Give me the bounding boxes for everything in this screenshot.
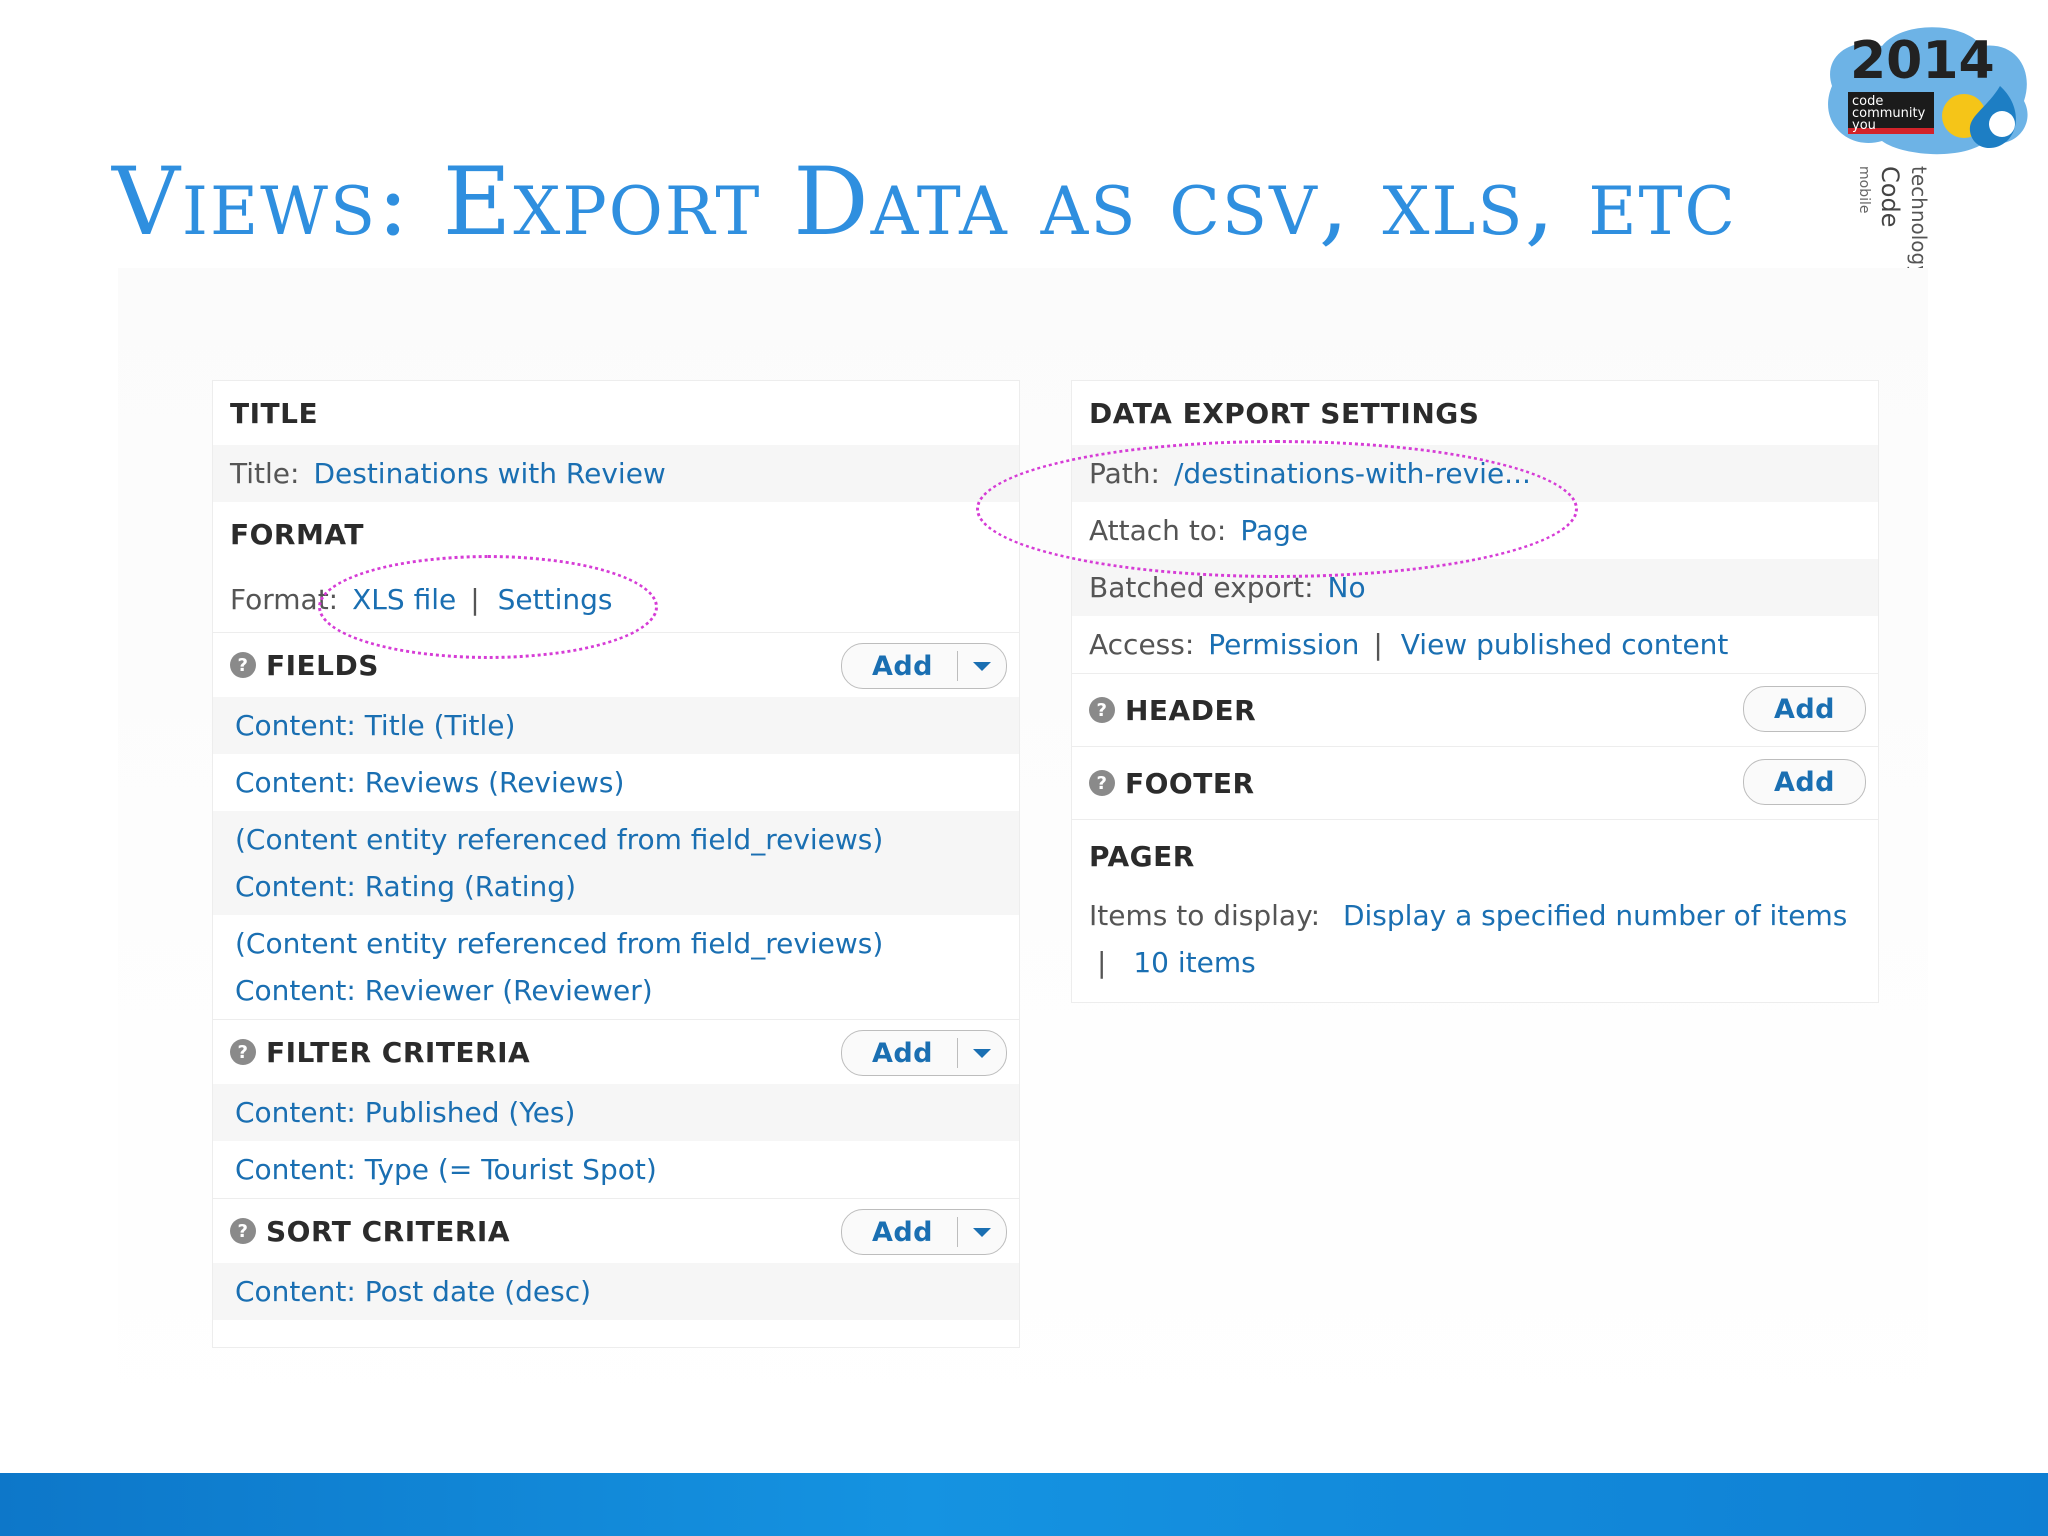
field-item-link[interactable]: Content: Title (Title): [235, 709, 515, 742]
help-icon[interactable]: ?: [230, 1039, 256, 1065]
field-item-link[interactable]: Content: Rating (Rating): [235, 863, 576, 910]
sort-add-dropdown[interactable]: [957, 1217, 1006, 1247]
title-label: Title:: [230, 457, 300, 490]
format-label: Format:: [230, 582, 339, 616]
attach-value-link[interactable]: Page: [1240, 514, 1308, 547]
sort-criteria-heading: SORT CRITERIA: [266, 1214, 511, 1248]
help-icon[interactable]: ?: [1089, 770, 1115, 796]
filter-item[interactable]: Content: Published (Yes): [213, 1084, 1019, 1141]
slide-footer-bar: [0, 1473, 2048, 1536]
fields-heading: FIELDS: [266, 648, 379, 682]
fields-add-dropdown[interactable]: [957, 651, 1006, 681]
header-add-label[interactable]: Add: [1744, 694, 1865, 725]
access-separator: |: [1373, 628, 1383, 661]
access-permission-link[interactable]: View published content: [1401, 628, 1729, 661]
sort-item[interactable]: Content: Post date (desc): [213, 1263, 1019, 1320]
views-left-column: TITLE Title: Destinations with Review FO…: [212, 380, 1020, 1348]
access-row: Access: Permission | View published cont…: [1072, 616, 1878, 673]
attach-row: Attach to: Page: [1072, 502, 1878, 559]
batched-value-link[interactable]: No: [1328, 571, 1366, 604]
filter-section-header: ? FILTER CRITERIA Add: [213, 1019, 1019, 1084]
caret-down-icon: [973, 661, 991, 671]
field-item[interactable]: (Content entity referenced from field_re…: [213, 915, 1019, 1019]
access-label: Access:: [1089, 628, 1195, 661]
path-value-link[interactable]: /destinations-with-revie...: [1174, 457, 1531, 490]
pager-row: Items to display: Display a specified nu…: [1072, 892, 1878, 986]
access-value-link[interactable]: Permission: [1208, 628, 1359, 661]
help-icon[interactable]: ?: [230, 652, 256, 678]
field-item-link[interactable]: Content: Reviewer (Reviewer): [235, 967, 653, 1014]
sort-section-header: ? SORT CRITERIA Add: [213, 1198, 1019, 1263]
pager-heading: PAGER: [1072, 819, 1878, 892]
footer-add-button[interactable]: Add: [1742, 759, 1866, 805]
field-relationship-text[interactable]: (Content entity referenced from field_re…: [235, 816, 883, 863]
help-icon[interactable]: ?: [230, 1218, 256, 1244]
field-relationship-text[interactable]: (Content entity referenced from field_re…: [235, 920, 883, 967]
sort-add-label[interactable]: Add: [842, 1217, 957, 1248]
pager-items-link[interactable]: Display a specified number of items: [1343, 899, 1847, 932]
path-label: Path:: [1089, 457, 1160, 490]
fields-section-header: ? FIELDS Add: [213, 632, 1019, 697]
svg-text:you: you: [1852, 118, 1876, 133]
views-right-column: DATA EXPORT SETTINGS Path: /destinations…: [1071, 380, 1879, 1003]
header-section-header: ? HEADER Add: [1072, 673, 1878, 746]
filter-add-label[interactable]: Add: [842, 1038, 957, 1069]
pager-count-link[interactable]: 10 items: [1133, 946, 1255, 979]
pager-items-label: Items to display:: [1089, 899, 1321, 932]
field-item[interactable]: Content: Reviews (Reviews): [213, 754, 1019, 811]
drupalcamp-2014-logo: 2014 code community you Code technology …: [1828, 27, 2028, 268]
title-value-link[interactable]: Destinations with Review: [313, 457, 665, 490]
pager-separator: |: [1097, 946, 1107, 979]
fields-add-button[interactable]: Add: [840, 643, 1007, 689]
filter-criteria-heading: FILTER CRITERIA: [266, 1035, 531, 1069]
batched-row: Batched export: No: [1072, 559, 1878, 616]
filter-add-dropdown[interactable]: [957, 1038, 1006, 1068]
header-heading: HEADER: [1125, 693, 1257, 727]
svg-text:technology: technology: [1907, 166, 1931, 268]
caret-down-icon: [973, 1227, 991, 1237]
caret-down-icon: [973, 1048, 991, 1058]
format-value-link[interactable]: XLS file: [352, 583, 456, 616]
footer-add-label[interactable]: Add: [1744, 767, 1865, 798]
field-item[interactable]: Content: Title (Title): [213, 697, 1019, 754]
footer-heading: FOOTER: [1125, 766, 1255, 800]
filter-add-button[interactable]: Add: [840, 1030, 1007, 1076]
format-settings-link[interactable]: Settings: [498, 583, 613, 616]
header-add-button[interactable]: Add: [1742, 686, 1866, 732]
title-row: Title: Destinations with Review: [213, 445, 1019, 502]
sort-item-link[interactable]: Content: Post date (desc): [235, 1275, 591, 1308]
pager-line-1: Items to display: Display a specified nu…: [1089, 892, 1847, 939]
format-row: Format: XLS file | Settings: [213, 566, 1019, 632]
path-row: Path: /destinations-with-revie...: [1072, 445, 1878, 502]
field-item[interactable]: (Content entity referenced from field_re…: [213, 811, 1019, 915]
slide-title: Views: Export Data as csv, xls, etc: [112, 148, 1738, 257]
filter-item[interactable]: Content: Type (= Tourist Spot): [213, 1141, 1019, 1198]
footer-section-header: ? FOOTER Add: [1072, 746, 1878, 819]
format-section-heading: FORMAT: [230, 517, 364, 551]
sort-add-button[interactable]: Add: [840, 1209, 1007, 1255]
attach-label: Attach to:: [1089, 514, 1227, 547]
svg-text:mobile: mobile: [1856, 166, 1872, 213]
svg-text:Code: Code: [1876, 166, 1904, 227]
batched-label: Batched export:: [1089, 571, 1314, 604]
field-item-link[interactable]: Content: Reviews (Reviews): [235, 766, 624, 799]
filter-item-link[interactable]: Content: Type (= Tourist Spot): [235, 1153, 657, 1186]
title-section-heading: TITLE: [230, 396, 319, 430]
pager-line-2: | 10 items: [1089, 939, 1256, 986]
svg-text:2014: 2014: [1850, 31, 1995, 91]
filter-item-link[interactable]: Content: Published (Yes): [235, 1096, 575, 1129]
data-export-heading: DATA EXPORT SETTINGS: [1089, 396, 1480, 430]
format-separator: |: [470, 582, 480, 616]
fields-add-label[interactable]: Add: [842, 651, 957, 682]
help-icon[interactable]: ?: [1089, 697, 1115, 723]
